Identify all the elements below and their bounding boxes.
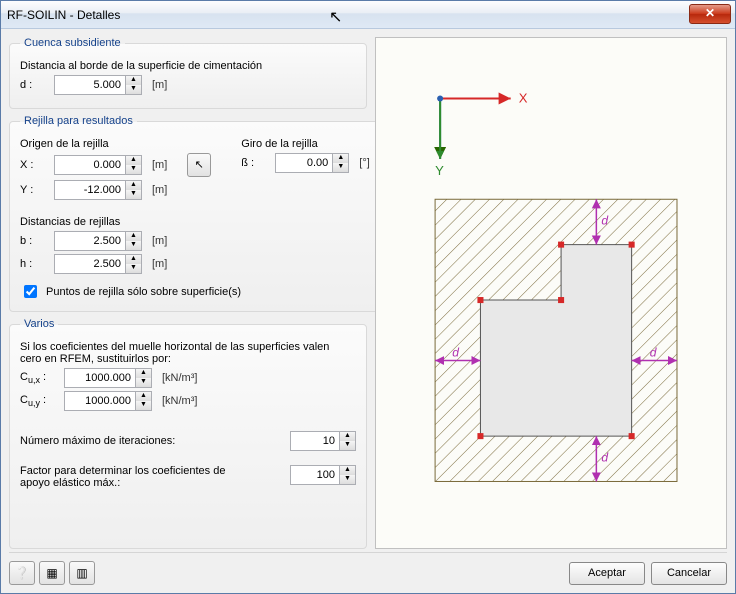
spin-b[interactable]: ▲▼ [126, 231, 142, 251]
input-b[interactable] [54, 231, 126, 251]
settings-import-button[interactable]: ▥ [69, 561, 95, 585]
titlebar: RF-SOILIN - Detalles ↖ [1, 1, 735, 29]
label-giro: Giro de la rejilla [241, 138, 317, 150]
input-beta[interactable] [275, 153, 333, 173]
spin-factor[interactable]: ▲▼ [340, 465, 356, 485]
label-intro: Si los coeficientes del muelle horizonta… [20, 341, 350, 365]
checkbox-puntos-superficie[interactable] [24, 285, 37, 298]
spin-d[interactable]: ▲▼ [126, 75, 142, 95]
axis-x-label: X [519, 91, 528, 106]
unit-x: [m] [152, 159, 167, 171]
unit-d: [m] [152, 79, 167, 91]
unit-cuy: [kN/m³] [162, 395, 197, 407]
close-button[interactable] [689, 4, 731, 24]
unit-cux: [kN/m³] [162, 372, 197, 384]
unit-b: [m] [152, 235, 167, 247]
spin-h[interactable]: ▲▼ [126, 254, 142, 274]
label-iter: Número máximo de iteraciones: [20, 435, 175, 447]
group-rejilla: Rejilla para resultados Origen de la rej… [9, 115, 381, 312]
spin-cux[interactable]: ▲▼ [136, 368, 152, 388]
label-cux: Cu,x : [20, 371, 58, 385]
cancel-button[interactable]: Cancelar [651, 562, 727, 585]
legend-cuenca: Cuenca subsidiente [20, 37, 125, 49]
group-cuenca: Cuenca subsidiente Distancia al borde de… [9, 37, 367, 109]
input-cuy[interactable] [64, 391, 136, 411]
diagram-svg: X Y [376, 38, 726, 548]
label-d: d : [20, 79, 48, 91]
label-y: Y : [20, 184, 48, 196]
input-cux[interactable] [64, 368, 136, 388]
input-iter[interactable] [290, 431, 340, 451]
input-factor[interactable] [290, 465, 340, 485]
label-checkbox: Puntos de rejilla sólo sobre superficie(… [46, 286, 241, 298]
pick-point-button[interactable]: ↖ [187, 153, 211, 177]
input-h[interactable] [54, 254, 126, 274]
input-y[interactable] [54, 180, 126, 200]
spin-y[interactable]: ▲▼ [126, 180, 142, 200]
spin-iter[interactable]: ▲▼ [340, 431, 356, 451]
group-varios: Varios Si los coeficientes del muelle ho… [9, 318, 367, 549]
window-title: RF-SOILIN - Detalles [7, 8, 120, 22]
label-beta: ß : [241, 157, 269, 169]
preview-panel: X Y [375, 37, 727, 549]
label-origen: Origen de la rejilla [20, 138, 109, 150]
spin-beta[interactable]: ▲▼ [333, 153, 349, 173]
settings-export-button[interactable]: ▦ [39, 561, 65, 585]
unit-beta: [°] [359, 157, 370, 169]
label-x: X : [20, 159, 48, 171]
accept-button[interactable]: Aceptar [569, 562, 645, 585]
unit-h: [m] [152, 258, 167, 270]
label-factor: Factor para determinar los coeficientes … [20, 465, 240, 489]
input-d[interactable] [54, 75, 126, 95]
legend-rejilla: Rejilla para resultados [20, 115, 137, 127]
axis-y-label: Y [435, 163, 444, 178]
mouse-cursor-icon: ↖ [329, 7, 342, 27]
input-x[interactable] [54, 155, 126, 175]
legend-varios: Varios [20, 318, 58, 330]
spin-x[interactable]: ▲▼ [126, 155, 142, 175]
label-b: b : [20, 235, 48, 247]
spin-cuy[interactable]: ▲▼ [136, 391, 152, 411]
label-cuy: Cu,y : [20, 394, 58, 408]
help-button[interactable]: ❔ [9, 561, 35, 585]
unit-y: [m] [152, 184, 167, 196]
label-distancia: Distancia al borde de la superficie de c… [20, 60, 262, 72]
label-distancias: Distancias de rejillas [20, 216, 120, 228]
label-h: h : [20, 258, 48, 270]
